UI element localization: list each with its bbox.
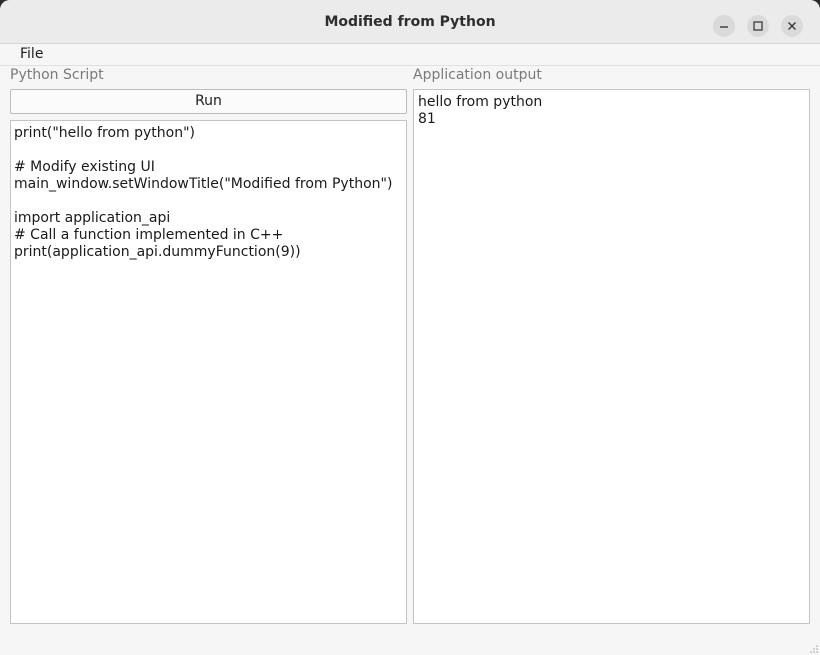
output-console[interactable]: hello from python 81: [413, 89, 810, 624]
code-line: print("hello from python"): [14, 125, 195, 141]
resize-grip-icon[interactable]: [808, 643, 818, 653]
code-line: # Modify existing UI: [14, 159, 155, 175]
code-line: # Call a function implemented in C++: [14, 227, 284, 243]
menu-file[interactable]: File: [20, 46, 43, 62]
maximize-icon: [753, 21, 763, 31]
code-line: print(application_api.dummyFunction(9)): [14, 244, 301, 260]
title-bar[interactable]: Modified from Python: [0, 0, 820, 44]
minimize-button[interactable]: [713, 15, 735, 37]
minimize-icon: [720, 26, 728, 28]
script-panel-label: Python Script: [10, 67, 104, 83]
run-button[interactable]: Run: [10, 89, 407, 114]
close-icon: [788, 22, 796, 30]
close-button[interactable]: [781, 15, 803, 37]
output-panel-label: Application output: [413, 67, 542, 83]
main-content: Python Script Run print("hello from pyth…: [0, 66, 820, 655]
maximize-button[interactable]: [747, 15, 769, 37]
code-line: main_window.setWindowTitle("Modified fro…: [14, 176, 393, 192]
script-editor[interactable]: print("hello from python") # Modify exis…: [10, 120, 407, 624]
output-line: 81: [418, 111, 436, 127]
code-line: import application_api: [14, 210, 171, 226]
app-window: Modified from Python File Python Script …: [0, 0, 820, 655]
menu-bar: File: [0, 44, 820, 66]
window-title: Modified from Python: [324, 14, 496, 30]
output-line: hello from python: [418, 94, 543, 110]
